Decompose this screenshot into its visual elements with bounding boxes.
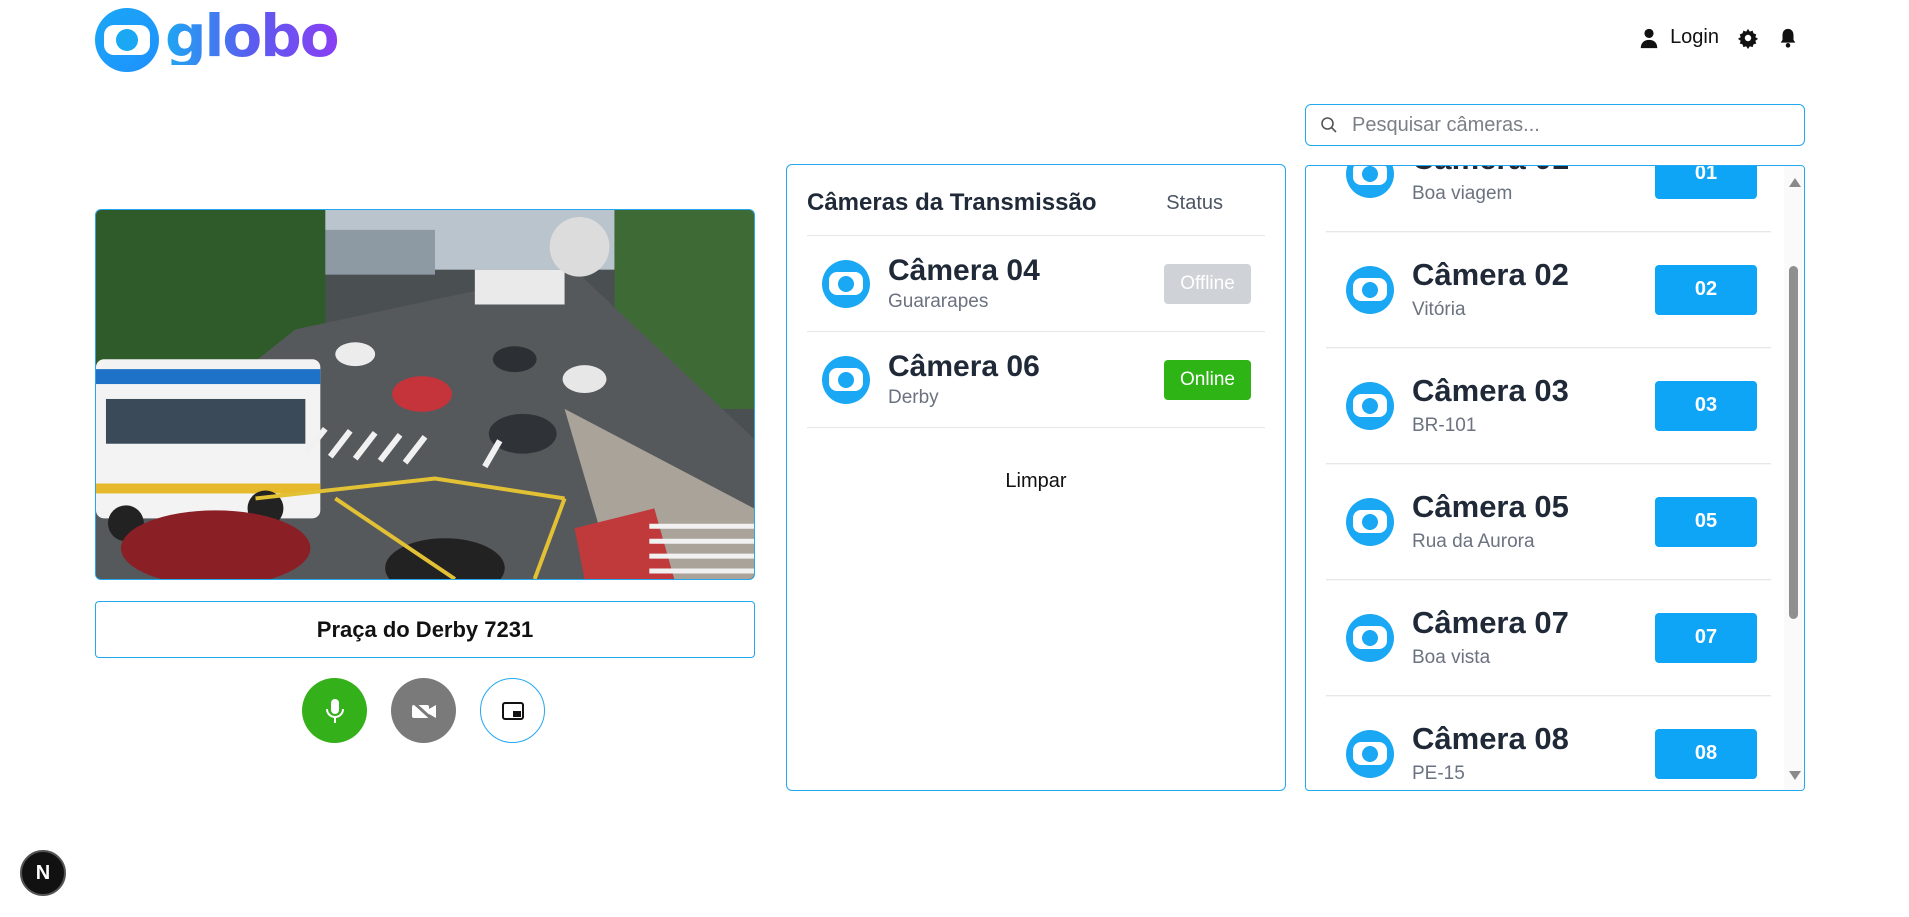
camera-name: Câmera 03	[1412, 373, 1569, 409]
globo-camera-icon	[1346, 265, 1394, 314]
globo-logo[interactable]: globo	[95, 2, 340, 72]
transmission-panel: Câmeras da Transmissão Status Câmera 04 …	[786, 164, 1286, 791]
logo-text: globo	[165, 2, 340, 70]
camera-video-feed[interactable]	[95, 209, 755, 580]
camera-name: Câmera 07	[1412, 605, 1569, 641]
user-icon	[1640, 28, 1658, 48]
camera-search-bar[interactable]	[1305, 104, 1805, 146]
scrollbar-thumb[interactable]	[1789, 266, 1798, 619]
camera-list: Câmera 01 Boa viagem 01 Câmera 02 Vitóri…	[1326, 166, 1771, 790]
bell-icon[interactable]	[1777, 27, 1799, 49]
camera-location: Guararapes	[888, 291, 989, 312]
top-nav: Login	[1638, 26, 1799, 49]
camera-select-button[interactable]: 03	[1655, 380, 1757, 431]
login-button[interactable]: Login	[1638, 26, 1719, 49]
traffic-scene-image	[96, 210, 754, 579]
globo-camera-icon	[1346, 497, 1394, 546]
transmission-item[interactable]: Câmera 04 Guararapes Offline	[807, 236, 1265, 332]
gear-icon[interactable]	[1737, 27, 1759, 49]
list-item[interactable]: Câmera 07 Boa vista 07	[1326, 580, 1771, 696]
camera-name: Câmera 05	[1412, 489, 1569, 525]
login-label: Login	[1670, 26, 1719, 48]
status-badge: Online	[1164, 359, 1251, 400]
camera-name: Câmera 01	[1412, 166, 1569, 177]
globo-camera-icon	[1346, 729, 1394, 778]
clear-button[interactable]: Limpar	[787, 470, 1285, 493]
list-item[interactable]: Câmera 01 Boa viagem 01	[1326, 166, 1771, 232]
camera-select-button[interactable]: 08	[1655, 728, 1757, 779]
camera-select-button[interactable]: 05	[1655, 496, 1757, 547]
camera-name: Câmera 06	[888, 350, 1040, 383]
camera-list-panel: Câmera 01 Boa viagem 01 Câmera 02 Vitóri…	[1305, 165, 1805, 791]
video-title: Praça do Derby 7231	[95, 601, 755, 658]
status-badge: Offline	[1164, 263, 1251, 304]
globo-camera-icon	[822, 259, 870, 308]
transmission-header: Câmeras da Transmissão Status	[807, 189, 1265, 217]
search-input[interactable]	[1352, 113, 1804, 137]
transmission-list: Câmera 04 Guararapes Offline Câmera 06 D…	[807, 235, 1265, 428]
microphone-button[interactable]	[302, 678, 367, 743]
picture-in-picture-icon	[501, 701, 524, 720]
camera-off-button[interactable]	[391, 678, 456, 743]
transmission-title: Câmeras da Transmissão	[807, 189, 1097, 216]
list-item[interactable]: Câmera 02 Vitória 02	[1326, 232, 1771, 348]
next-dev-badge[interactable]: N	[20, 850, 66, 896]
transmission-item[interactable]: Câmera 06 Derby Online	[807, 332, 1265, 428]
camera-location: BR-101	[1412, 414, 1477, 436]
globo-camera-icon	[1346, 381, 1394, 430]
list-item[interactable]: Câmera 08 PE-15 08	[1326, 696, 1771, 790]
microphone-icon	[325, 698, 344, 723]
picture-in-picture-button[interactable]	[480, 678, 545, 743]
camera-location: Vitória	[1412, 298, 1466, 320]
status-column-header: Status	[1166, 191, 1223, 214]
camera-location: Boa vista	[1412, 646, 1491, 668]
list-item[interactable]: Câmera 05 Rua da Aurora 05	[1326, 464, 1771, 580]
camera-location: Derby	[888, 387, 939, 408]
camera-name: Câmera 02	[1412, 257, 1569, 293]
globo-logo-icon	[95, 8, 159, 72]
scroll-up-arrow[interactable]	[1789, 178, 1801, 187]
camera-location: PE-15	[1412, 762, 1465, 784]
list-item[interactable]: Câmera 03 BR-101 03	[1326, 348, 1771, 464]
camera-select-button[interactable]: 07	[1655, 612, 1757, 663]
globo-camera-icon	[1346, 613, 1394, 662]
camera-select-button[interactable]: 01	[1655, 166, 1757, 199]
camera-name: Câmera 04	[888, 254, 1040, 287]
camera-name: Câmera 08	[1412, 721, 1569, 757]
scroll-down-arrow[interactable]	[1789, 771, 1801, 780]
video-off-icon	[411, 700, 436, 722]
camera-location: Rua da Aurora	[1412, 530, 1535, 552]
scrollbar[interactable]	[1784, 166, 1804, 790]
camera-location: Boa viagem	[1412, 182, 1513, 204]
search-icon	[1321, 117, 1337, 133]
globo-camera-icon	[822, 355, 870, 404]
globo-camera-icon	[1346, 166, 1394, 198]
media-controls	[302, 678, 545, 743]
camera-select-button[interactable]: 02	[1655, 264, 1757, 315]
